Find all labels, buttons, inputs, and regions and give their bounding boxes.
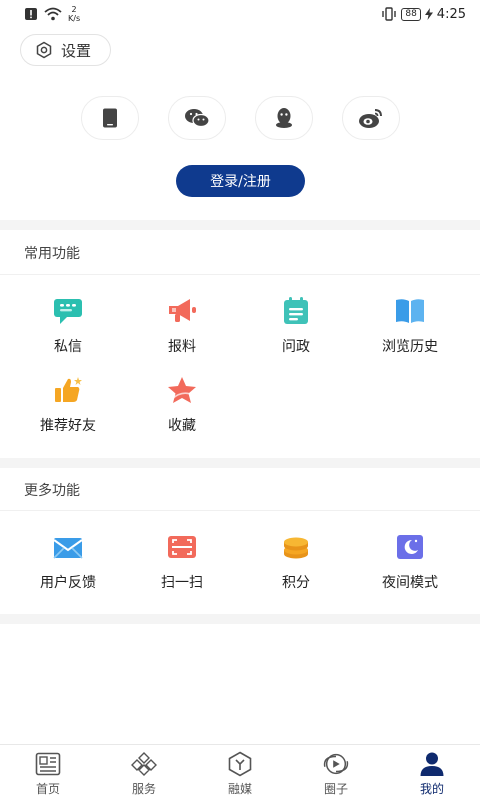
social-login-row (0, 96, 480, 140)
weibo-login-button[interactable] (342, 96, 400, 140)
mail-icon (51, 530, 85, 564)
message-icon (51, 294, 85, 328)
net-speed-unit: K/s (68, 14, 81, 23)
section-separator (0, 614, 480, 624)
wifi-icon (44, 7, 62, 21)
status-bar: 2 K/s 88 4:25 (0, 0, 480, 28)
nav-services-label: 服务 (131, 782, 156, 796)
common-functions-title: 常用功能 (24, 246, 80, 262)
alert-icon (25, 8, 37, 20)
coins-icon (279, 530, 313, 564)
vibrate-icon (382, 7, 397, 21)
browse-history-item[interactable]: 浏览历史 (350, 294, 470, 356)
section-separator (0, 220, 480, 230)
services-icon (130, 751, 158, 777)
bottom-nav: 首页 服务 融媒 圈子 我的 (0, 744, 480, 800)
status-left: 2 K/s (24, 5, 80, 23)
profile-icon (418, 751, 446, 777)
favorites-item[interactable]: 收藏 (122, 373, 242, 435)
megaphone-icon (165, 294, 199, 328)
login-register-button[interactable]: 登录/注册 (176, 165, 305, 197)
section-separator (0, 458, 480, 468)
thumbs-up-icon (51, 373, 85, 407)
qq-icon (276, 108, 292, 128)
news-icon (34, 751, 62, 777)
star-icon (165, 373, 199, 407)
nav-services[interactable]: 服务 (96, 745, 192, 800)
nav-media[interactable]: 融媒 (192, 745, 288, 800)
nav-home[interactable]: 首页 (0, 745, 96, 800)
report-label: 报料 (168, 339, 196, 355)
points-item[interactable]: 积分 (236, 530, 356, 592)
inquiry-item[interactable]: 问政 (236, 294, 356, 356)
feedback-label: 用户反馈 (40, 575, 96, 591)
net-speed: 2 K/s (68, 5, 80, 23)
settings-icon (36, 41, 52, 59)
scan-item[interactable]: 扫一扫 (122, 530, 242, 592)
qq-login-button[interactable] (255, 96, 313, 140)
favorites-label: 收藏 (168, 418, 196, 434)
circle-icon (322, 751, 350, 777)
notepad-icon (279, 294, 313, 328)
net-speed-value: 2 (71, 5, 77, 14)
charging-icon (424, 8, 433, 20)
phone-login-button[interactable] (81, 96, 139, 140)
nav-profile-label: 我的 (419, 782, 444, 796)
wechat-icon (185, 109, 210, 128)
moon-icon (393, 530, 427, 564)
scan-label: 扫一扫 (161, 575, 203, 591)
private-message-label: 私信 (54, 339, 82, 355)
nav-home-label: 首页 (35, 782, 60, 796)
weibo-icon (359, 109, 382, 128)
nav-profile[interactable]: 我的 (384, 745, 480, 800)
section-divider (0, 274, 480, 275)
night-mode-label: 夜间模式 (382, 575, 438, 591)
settings-button[interactable]: 设置 (20, 34, 111, 66)
points-label: 积分 (282, 575, 310, 591)
nav-circle[interactable]: 圈子 (288, 745, 384, 800)
status-right: 88 4:25 (381, 7, 466, 22)
browse-history-label: 浏览历史 (382, 339, 438, 355)
battery-indicator: 88 (401, 7, 421, 21)
settings-label: 设置 (61, 41, 92, 60)
nav-media-label: 融媒 (227, 782, 252, 796)
feedback-item[interactable]: 用户反馈 (8, 530, 128, 592)
recommend-friend-label: 推荐好友 (40, 418, 96, 434)
report-item[interactable]: 报料 (122, 294, 242, 356)
scan-icon (165, 530, 199, 564)
recommend-friend-item[interactable]: 推荐好友 (8, 373, 128, 435)
media-icon (226, 751, 254, 777)
phone-icon (103, 108, 117, 128)
nav-circle-label: 圈子 (323, 782, 348, 796)
more-functions-title: 更多功能 (24, 483, 80, 499)
wechat-login-button[interactable] (168, 96, 226, 140)
book-icon (393, 294, 427, 328)
section-divider (0, 510, 480, 511)
clock: 4:25 (436, 6, 466, 22)
night-mode-item[interactable]: 夜间模式 (350, 530, 470, 592)
private-message-item[interactable]: 私信 (8, 294, 128, 356)
inquiry-label: 问政 (282, 339, 310, 355)
